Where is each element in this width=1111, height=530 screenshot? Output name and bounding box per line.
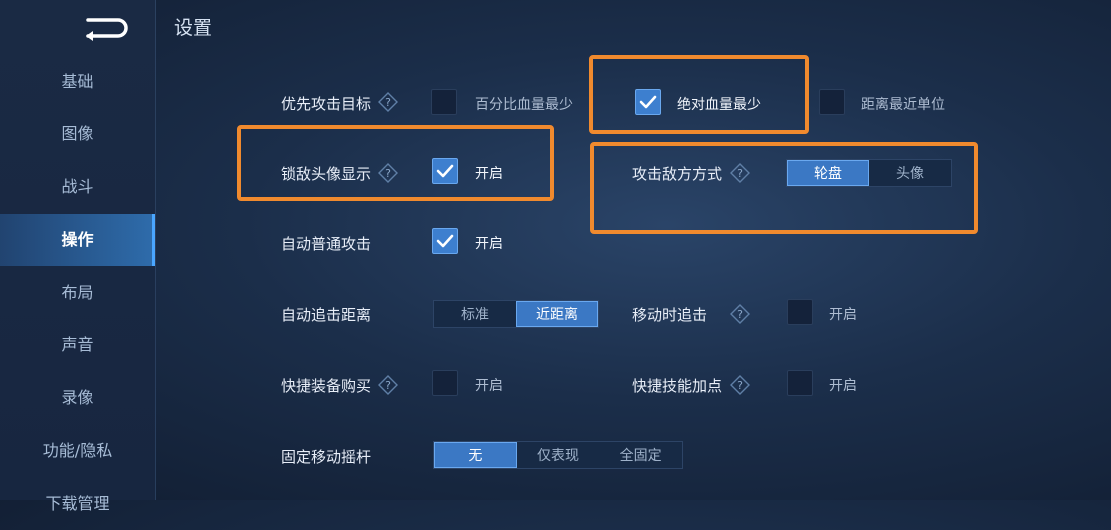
- checkmark-icon: [639, 95, 657, 109]
- help-icon[interactable]: ?: [730, 304, 750, 324]
- joystick-visual-only[interactable]: 仅表现: [517, 442, 600, 468]
- absolute-hp-label: 绝对血量最少: [677, 97, 761, 113]
- auto-attack-checkbox[interactable]: [432, 228, 458, 254]
- move-chase-label: 移动时追击: [632, 306, 708, 324]
- auto-attack-label: 自动普通攻击: [281, 235, 372, 253]
- help-icon[interactable]: ?: [378, 163, 398, 183]
- back-button[interactable]: [82, 12, 130, 42]
- joystick-none[interactable]: 无: [434, 442, 517, 468]
- priority-target-label: 优先攻击目标: [281, 95, 372, 113]
- sidebar-item-layout[interactable]: 布局: [0, 267, 155, 319]
- attack-mode-wheel[interactable]: 轮盘: [787, 160, 869, 186]
- sidebar-item-label: 声音: [61, 335, 94, 354]
- auto-attack-option: 开启: [475, 236, 503, 252]
- checkmark-icon: [436, 164, 454, 178]
- move-chase-option: 开启: [829, 307, 857, 323]
- help-icon[interactable]: ?: [730, 163, 750, 183]
- quick-skill-option: 开启: [829, 378, 857, 394]
- joystick-fully-fixed[interactable]: 全固定: [599, 442, 682, 468]
- quick-buy-option: 开启: [475, 378, 503, 394]
- sidebar-item-label: 下载管理: [45, 494, 110, 513]
- lock-avatar-option: 开启: [475, 166, 503, 182]
- chase-distance-close[interactable]: 近距离: [516, 301, 598, 327]
- nearest-unit-label: 距离最近单位: [861, 97, 945, 113]
- sidebar: 基础 图像 战斗 操作 布局 声音 录像 功能/隐私 下载管理: [0, 0, 156, 513]
- svg-text:?: ?: [737, 167, 743, 180]
- svg-text:?: ?: [737, 308, 743, 321]
- sidebar-item-label: 战斗: [61, 177, 94, 196]
- sidebar-item-combat[interactable]: 战斗: [0, 161, 155, 213]
- attack-mode-label: 攻击敌方方式: [632, 165, 723, 183]
- absolute-hp-checkbox[interactable]: [635, 89, 661, 115]
- lock-avatar-checkbox[interactable]: [432, 158, 458, 184]
- sidebar-item-label: 布局: [61, 283, 94, 302]
- nearest-unit-checkbox[interactable]: [819, 89, 845, 115]
- help-icon[interactable]: ?: [730, 375, 750, 395]
- percent-hp-label: 百分比血量最少: [475, 97, 573, 113]
- chase-distance-label: 自动追击距离: [281, 306, 372, 324]
- quick-buy-checkbox[interactable]: [432, 370, 458, 396]
- quick-skill-label: 快捷技能加点: [632, 377, 723, 395]
- attack-mode-selector: 轮盘 头像: [786, 159, 952, 187]
- attack-mode-avatar[interactable]: 头像: [869, 160, 951, 186]
- sidebar-item-label: 功能/隐私: [42, 441, 113, 460]
- percent-hp-checkbox[interactable]: [431, 89, 457, 115]
- sidebar-item-controls[interactable]: 操作: [0, 214, 155, 266]
- quick-buy-label: 快捷装备购买: [281, 377, 372, 395]
- sidebar-item-replay[interactable]: 录像: [0, 372, 155, 424]
- back-arrow-icon: [86, 18, 128, 41]
- move-chase-checkbox[interactable]: [787, 299, 813, 325]
- sidebar-item-label: 操作: [61, 230, 94, 249]
- sidebar-item-label: 基础: [61, 72, 94, 91]
- svg-text:?: ?: [385, 96, 391, 109]
- joystick-selector: 无 仅表现 全固定: [433, 441, 683, 469]
- svg-text:?: ?: [385, 167, 391, 180]
- help-icon[interactable]: ?: [378, 92, 398, 112]
- sidebar-item-label: 图像: [61, 124, 94, 143]
- chase-distance-selector: 标准 近距离: [433, 300, 599, 328]
- sidebar-item-sound[interactable]: 声音: [0, 319, 155, 371]
- svg-text:?: ?: [385, 379, 391, 392]
- svg-text:?: ?: [737, 379, 743, 392]
- sidebar-item-privacy[interactable]: 功能/隐私: [0, 425, 155, 477]
- highlight-box: [590, 142, 978, 234]
- page-title: 设置: [174, 17, 213, 39]
- sidebar-item-label: 录像: [61, 388, 94, 407]
- quick-skill-checkbox[interactable]: [787, 370, 813, 396]
- help-icon[interactable]: ?: [378, 375, 398, 395]
- checkmark-icon: [436, 234, 454, 248]
- joystick-label: 固定移动摇杆: [281, 448, 372, 466]
- sidebar-item-basic[interactable]: 基础: [0, 56, 155, 108]
- sidebar-item-downloads[interactable]: 下载管理: [0, 478, 155, 530]
- lock-avatar-label: 锁敌头像显示: [281, 165, 372, 183]
- chase-distance-standard[interactable]: 标准: [434, 301, 516, 327]
- sidebar-item-graphics[interactable]: 图像: [0, 108, 155, 160]
